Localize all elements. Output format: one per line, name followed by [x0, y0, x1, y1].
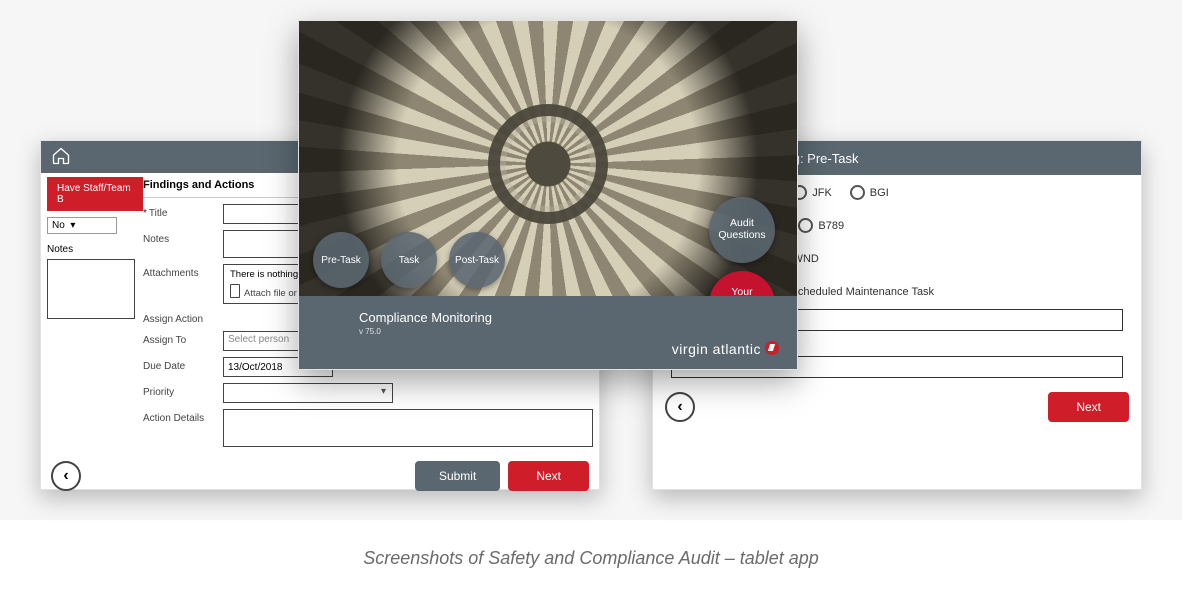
figure-caption: Screenshots of Safety and Compliance Aud…	[0, 520, 1182, 569]
next-button-right[interactable]: Next	[1048, 392, 1129, 422]
attachments-label: Attachments	[143, 268, 199, 279]
task-button[interactable]: Task	[381, 232, 437, 288]
back-button-right[interactable]: ‹	[665, 392, 695, 422]
pretask-button[interactable]: Pre-Task	[313, 232, 369, 288]
next-button-left[interactable]: Next	[508, 461, 589, 491]
brand-icon	[765, 341, 779, 355]
due-date-label: Due Date	[143, 361, 185, 372]
posttask-button[interactable]: Post-Task	[449, 232, 505, 288]
action-details-input[interactable]	[223, 409, 593, 447]
notes-label: Notes	[143, 234, 169, 245]
brand-logo: virgin atlantic	[672, 341, 779, 357]
radio-option[interactable]: JFK	[792, 185, 832, 200]
assign-action-label: Assign Action	[143, 314, 203, 325]
action-details-label: Action Details	[143, 413, 204, 424]
staff-banner: Have Staff/Team B	[47, 177, 143, 211]
priority-label: Priority	[143, 387, 174, 398]
splash-image: Pre-Task Task Post-Task Audit Questions …	[299, 21, 797, 296]
sidebar-notes-label: Notes	[47, 244, 131, 255]
splash-panel: Pre-Task Task Post-Task Audit Questions …	[298, 20, 798, 370]
back-button[interactable]: ‹	[51, 461, 81, 491]
priority-select[interactable]	[223, 383, 393, 403]
no-select[interactable]: No ▾	[47, 217, 117, 234]
audit-questions-button[interactable]: Audit Questions	[709, 197, 775, 263]
assign-to-label: Assign To	[143, 335, 186, 346]
submit-button[interactable]: Submit	[415, 461, 500, 491]
splash-title: Compliance Monitoring	[359, 310, 779, 325]
splash-version: v 75.0	[359, 327, 779, 336]
sidebar-notes-input[interactable]	[47, 259, 135, 319]
radio-option[interactable]: B789	[798, 218, 844, 233]
home-icon[interactable]	[51, 146, 71, 169]
title-label: Title	[149, 208, 168, 219]
radio-option[interactable]: BGI	[850, 185, 889, 200]
